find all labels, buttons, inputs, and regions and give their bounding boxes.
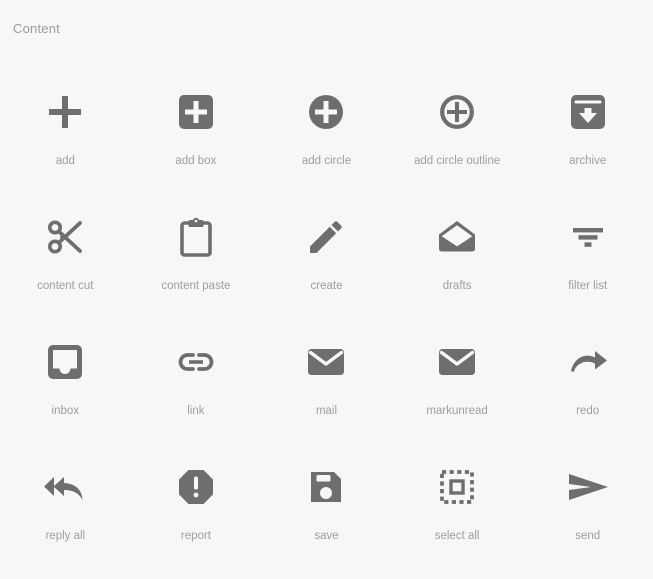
icon-cell-send[interactable]: send xyxy=(522,437,653,562)
icon-cell-mail[interactable]: mail xyxy=(261,312,392,437)
icon-cell-add-circle[interactable]: add circle xyxy=(261,62,392,187)
filter-list-icon xyxy=(560,209,616,265)
content-paste-icon xyxy=(168,209,224,265)
icon-cell-add-box[interactable]: add box xyxy=(131,62,262,187)
icon-cell-create[interactable]: create xyxy=(261,187,392,312)
link-icon xyxy=(168,334,224,390)
add-circle-icon xyxy=(298,84,354,140)
icon-label: create xyxy=(310,280,343,292)
icon-label: save xyxy=(314,530,339,542)
icon-cell-inbox[interactable]: inbox xyxy=(0,312,131,437)
icon-cell-reply-all[interactable]: reply all xyxy=(0,437,131,562)
reply-all-icon xyxy=(37,459,93,515)
icon-cell-link[interactable]: link xyxy=(131,312,262,437)
add-circle-outline-icon xyxy=(429,84,485,140)
icon-cell-select-all[interactable]: select all xyxy=(392,437,523,562)
icon-cell-add[interactable]: add xyxy=(0,62,131,187)
icon-cell-content-paste[interactable]: content paste xyxy=(131,187,262,312)
icon-cell-report[interactable]: report xyxy=(131,437,262,562)
icon-label: archive xyxy=(569,155,607,167)
page-title: Content xyxy=(13,21,60,36)
icon-label: content paste xyxy=(161,280,231,292)
icon-label: content cut xyxy=(37,280,94,292)
icon-label: report xyxy=(180,530,211,542)
add-box-icon xyxy=(168,84,224,140)
icon-cell-content-cut[interactable]: content cut xyxy=(0,187,131,312)
icon-grid: add add box add circle add circle outlin… xyxy=(0,62,653,562)
icon-label: markunread xyxy=(426,405,488,417)
icon-cell-archive[interactable]: archive xyxy=(522,62,653,187)
icon-label: link xyxy=(187,405,205,417)
icon-gallery-page: Content add add box add circle add circl… xyxy=(0,0,653,579)
icon-cell-add-circle-outline[interactable]: add circle outline xyxy=(392,62,523,187)
icon-label: inbox xyxy=(51,405,80,417)
icon-cell-redo[interactable]: redo xyxy=(522,312,653,437)
icon-cell-markunread[interactable]: markunread xyxy=(392,312,523,437)
archive-icon xyxy=(560,84,616,140)
save-icon xyxy=(298,459,354,515)
icon-label: select all xyxy=(434,530,480,542)
icon-cell-save[interactable]: save xyxy=(261,437,392,562)
icon-cell-drafts[interactable]: drafts xyxy=(392,187,523,312)
create-icon xyxy=(298,209,354,265)
icon-label: add circle xyxy=(301,155,352,167)
icon-label: send xyxy=(575,530,601,542)
icon-label: add circle outline xyxy=(413,155,501,167)
icon-cell-filter-list[interactable]: filter list xyxy=(522,187,653,312)
report-icon xyxy=(168,459,224,515)
icon-label: filter list xyxy=(568,280,608,292)
icon-label: add xyxy=(55,155,75,167)
drafts-icon xyxy=(429,209,485,265)
icon-label: redo xyxy=(576,405,600,417)
send-icon xyxy=(560,459,616,515)
content-cut-icon xyxy=(37,209,93,265)
add-icon xyxy=(37,84,93,140)
icon-label: reply all xyxy=(45,530,86,542)
icon-label: drafts xyxy=(442,280,472,292)
icon-label: mail xyxy=(315,405,338,417)
select-all-icon xyxy=(429,459,485,515)
inbox-icon xyxy=(37,334,93,390)
icon-label: add box xyxy=(175,155,217,167)
markunread-icon xyxy=(429,334,485,390)
redo-icon xyxy=(560,334,616,390)
mail-icon xyxy=(298,334,354,390)
